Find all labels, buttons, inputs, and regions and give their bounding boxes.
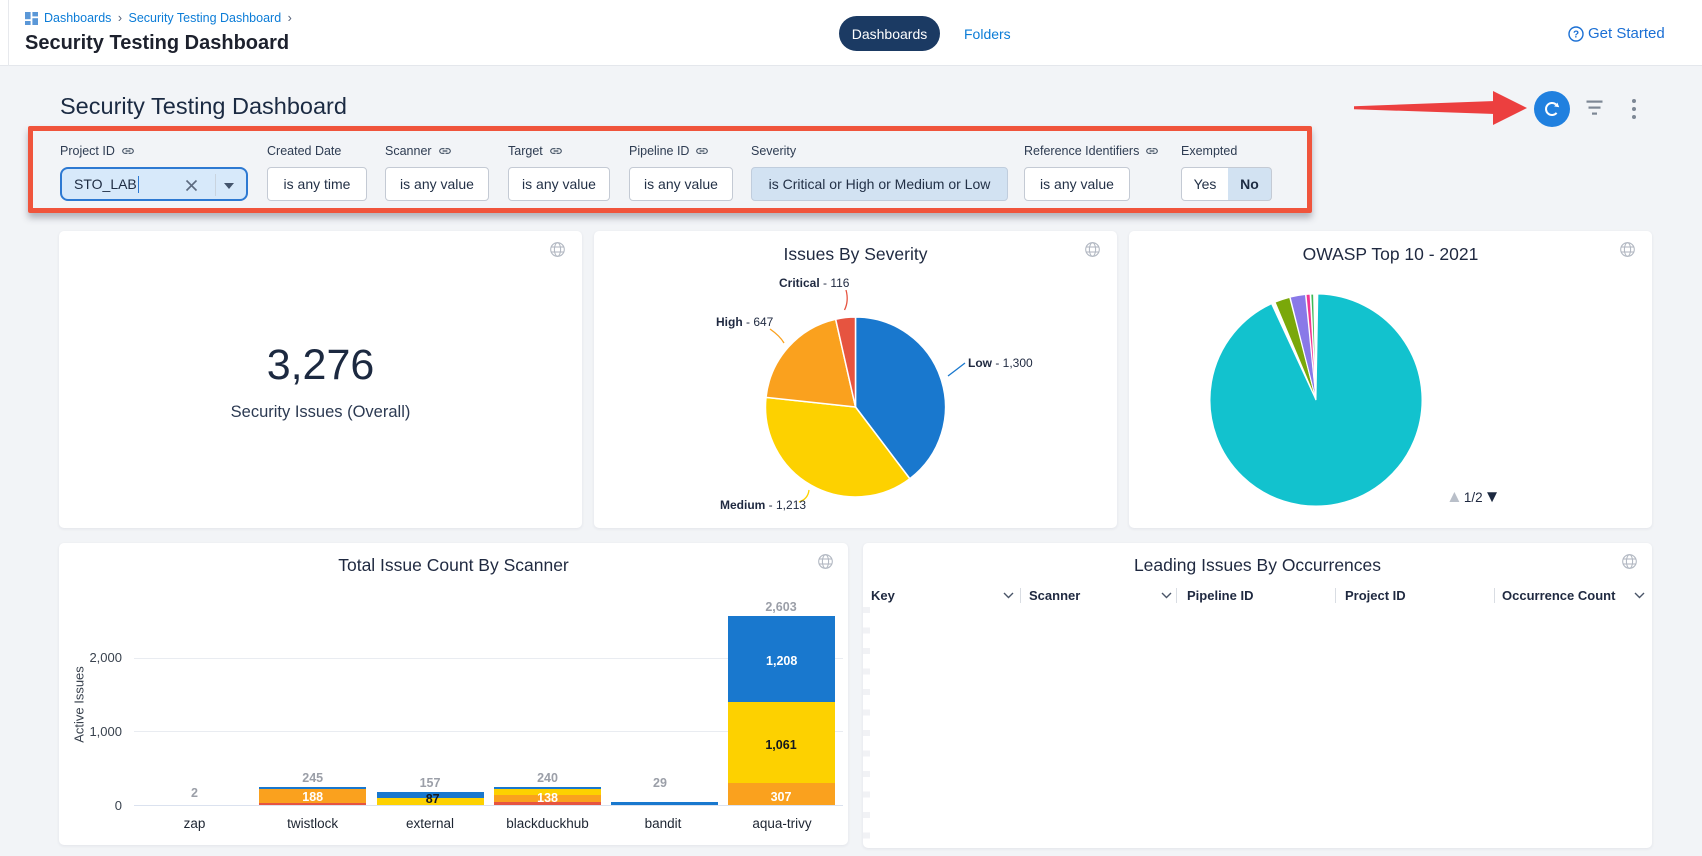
svg-text:?: ? (1573, 30, 1579, 41)
svg-text:Low - 1,300: Low - 1,300 (968, 356, 1033, 370)
svg-text:Critical - 116: Critical - 116 (779, 276, 850, 290)
svg-text:High - 647: High - 647 (716, 315, 774, 329)
svg-text:Medium - 1,213: Medium - 1,213 (720, 498, 806, 512)
